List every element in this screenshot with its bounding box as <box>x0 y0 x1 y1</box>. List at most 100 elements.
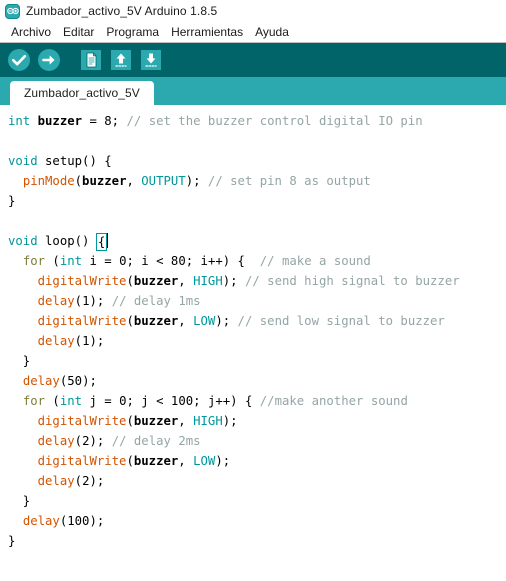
menu-item-archivo[interactable]: Archivo <box>5 22 57 42</box>
code-token-plain: ); <box>89 514 105 528</box>
code-line: digitalWrite(buzzer, HIGH); // send high… <box>8 271 506 291</box>
code-line: for (int j = 0; j < 100; j++) { //make a… <box>8 391 506 411</box>
code-token-func: delay <box>37 334 75 348</box>
code-token-comment: // delay 2ms <box>111 434 201 448</box>
code-line: digitalWrite(buzzer, LOW); // send low s… <box>8 311 506 331</box>
open-button[interactable] <box>107 46 135 74</box>
code-token-func: delay <box>37 434 75 448</box>
code-line: } <box>8 351 506 371</box>
save-button[interactable] <box>137 46 165 74</box>
code-token-plain: j = <box>82 394 120 408</box>
code-token-comment: //make another sound <box>259 394 408 408</box>
code-token-const: HIGH <box>193 274 223 288</box>
code-token-func: delay <box>37 294 75 308</box>
menu-bar: Archivo Editar Programa Herramientas Ayu… <box>0 22 506 42</box>
code-token-plain: ); <box>82 374 97 388</box>
code-token-num: 8 <box>104 114 112 128</box>
toolbar <box>0 42 506 77</box>
code-token-plain: setup() { <box>37 154 112 168</box>
code-token-comment: // send high signal to buzzer <box>244 274 460 288</box>
code-line: delay(1); // delay 1ms <box>8 291 506 311</box>
arduino-infinity-icon <box>5 3 20 19</box>
sketch-tab-zumbador-activo-5v[interactable]: Zumbador_activo_5V <box>10 81 154 105</box>
menu-item-editar[interactable]: Editar <box>57 22 100 42</box>
code-token-plain: , <box>178 314 194 328</box>
code-token-plain: ); <box>222 274 245 288</box>
code-token-plain: ); <box>215 454 231 468</box>
code-token-comment: // make a sound <box>259 254 371 268</box>
new-button[interactable] <box>77 46 105 74</box>
code-token-comment: // set the buzzer control digital IO pin <box>126 114 423 128</box>
menu-item-programa[interactable]: Programa <box>100 22 165 42</box>
code-token-const: LOW <box>193 314 216 328</box>
code-token-plain: = <box>82 114 105 128</box>
code-token-type: void <box>8 234 38 248</box>
code-token-plain: , <box>126 174 142 188</box>
code-token-num: 80 <box>170 254 186 268</box>
code-token-func: delay <box>22 374 60 388</box>
code-token-num: 0 <box>119 394 127 408</box>
code-token-ident: buzzer <box>133 414 179 428</box>
code-token-func: delay <box>22 514 60 528</box>
code-token-ident: buzzer <box>82 174 127 188</box>
code-token-plain: ); <box>89 434 112 448</box>
code-token-plain: ; j < <box>126 394 171 408</box>
bracket-match-highlight: { <box>95 233 108 251</box>
code-token-plain: ( <box>45 254 60 268</box>
code-token-func: pinMode <box>22 174 75 188</box>
code-token-plain: ); <box>215 314 238 328</box>
code-token-num: 100 <box>170 394 194 408</box>
code-token-const: HIGH <box>193 414 223 428</box>
code-line: digitalWrite(buzzer, LOW); <box>8 451 506 471</box>
upload-button[interactable] <box>35 46 63 74</box>
code-token-ident: buzzer <box>133 274 179 288</box>
code-token-plain: ( <box>126 314 134 328</box>
code-token-comment: // send low signal to buzzer <box>237 314 445 328</box>
code-line: digitalWrite(buzzer, HIGH); <box>8 411 506 431</box>
code-token-plain: ); <box>89 294 112 308</box>
code-token-type: int <box>59 394 83 408</box>
code-line: void setup() { <box>8 151 506 171</box>
code-token-plain: ( <box>126 454 134 468</box>
code-token-num: 50 <box>67 374 83 388</box>
code-token-plain: , <box>178 274 194 288</box>
code-token-plain: ( <box>74 174 83 188</box>
code-token-plain: ); <box>222 414 238 428</box>
verify-button[interactable] <box>5 46 33 74</box>
menu-item-ayuda[interactable]: Ayuda <box>249 22 295 42</box>
code-token-plain: ( <box>74 474 83 488</box>
code-line: delay(2); // delay 2ms <box>8 431 506 451</box>
code-editor[interactable]: int buzzer = 8; // set the buzzer contro… <box>0 105 506 581</box>
menu-item-herramientas[interactable]: Herramientas <box>165 22 249 42</box>
code-token-ident: buzzer <box>37 114 83 128</box>
text-caret <box>107 233 109 248</box>
code-token-plain: } <box>8 534 16 548</box>
sketch-tab-label: Zumbador_activo_5V <box>24 86 140 100</box>
code-token-plain: ; i < <box>126 254 171 268</box>
code-token-type: int <box>8 114 31 128</box>
code-token-type: void <box>8 154 38 168</box>
code-token-func: digitalWrite <box>37 414 127 428</box>
code-token-const: LOW <box>193 454 216 468</box>
code-token-ident: buzzer <box>133 454 179 468</box>
code-line: void loop() { <box>8 231 506 251</box>
code-line: int buzzer = 8; // set the buzzer contro… <box>8 111 506 131</box>
code-token-type: int <box>59 254 83 268</box>
code-token-func: digitalWrite <box>37 274 127 288</box>
code-token-plain: } <box>8 354 31 368</box>
code-line: } <box>8 531 506 551</box>
code-token-comment: // set pin 8 as output <box>207 174 371 188</box>
code-token-plain: loop() <box>37 234 97 248</box>
